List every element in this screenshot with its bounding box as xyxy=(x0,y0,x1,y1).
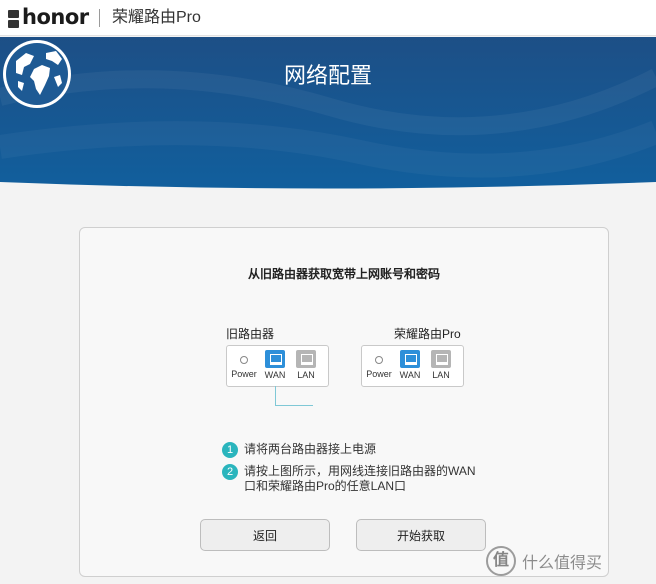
globe-icon xyxy=(3,40,71,108)
banner-background xyxy=(0,37,656,189)
step-1: 1 请将两台路由器接上电源 xyxy=(222,442,376,458)
honor-seal xyxy=(8,10,19,28)
header-divider xyxy=(99,9,100,27)
card-heading: 从旧路由器获取宽带上网账号和密码 xyxy=(247,267,440,281)
step-2: 2 请按上图所示，用网线连接旧路由器的WAN 口和荣耀路由Pro的任意LAN口 xyxy=(222,464,476,494)
step-text-line: 请按上图所示，用网线连接旧路由器的WAN xyxy=(244,464,476,478)
new-router-power-port: Power xyxy=(365,350,393,379)
new-router-label: 荣耀路由Pro xyxy=(394,327,461,341)
port-label: LAN xyxy=(432,370,450,380)
product-title: 荣耀路由Pro xyxy=(112,9,201,26)
port-label: Power xyxy=(366,369,392,379)
start-button[interactable]: 开始获取 xyxy=(356,519,486,551)
old-router-label: 旧路由器 xyxy=(226,327,275,341)
wan-port-icon xyxy=(400,350,420,368)
cable-line xyxy=(275,405,313,406)
step-badge: 2 xyxy=(222,464,238,480)
watermark: 值 什么值得买 xyxy=(486,546,602,576)
port-label: LAN xyxy=(297,370,315,380)
new-router-wan-port: WAN xyxy=(397,350,423,380)
port-label: WAN xyxy=(399,370,421,380)
new-router-panel: Power WAN LAN xyxy=(361,345,464,387)
power-indicator xyxy=(240,356,248,364)
wan-port-icon xyxy=(265,350,285,368)
back-button[interactable]: 返回 xyxy=(200,519,330,551)
config-card: 从旧路由器获取宽带上网账号和密码 旧路由器 Power WAN LAN 荣耀路由… xyxy=(79,227,609,577)
cable-line xyxy=(275,386,276,406)
old-router-panel: Power WAN LAN xyxy=(226,345,329,387)
brand-wordmark: honor xyxy=(22,5,89,29)
lan-port-icon xyxy=(296,350,316,368)
page-title: 网络配置 xyxy=(283,63,372,88)
honor-logo: honor xyxy=(8,6,89,28)
old-router-power-port: Power xyxy=(230,350,258,379)
step-text-line: 口和荣耀路由Pro的任意LAN口 xyxy=(244,479,407,493)
old-router-lan-port: LAN xyxy=(293,350,319,380)
banner: 网络配置 xyxy=(0,37,656,192)
step-text: 请将两台路由器接上电源 xyxy=(244,442,377,456)
new-router-lan-port: LAN xyxy=(428,350,454,380)
watermark-text: 什么值得买 xyxy=(522,555,603,572)
watermark-badge: 值 xyxy=(486,546,516,576)
lan-port-icon xyxy=(431,350,451,368)
port-label: Power xyxy=(231,369,257,379)
old-router-wan-port: WAN xyxy=(262,350,288,380)
port-label: WAN xyxy=(264,370,286,380)
power-indicator xyxy=(375,356,383,364)
step-badge: 1 xyxy=(222,442,238,458)
top-bar: honor 荣耀路由Pro xyxy=(0,0,656,36)
step-text: 请按上图所示，用网线连接旧路由器的WAN 口和荣耀路由Pro的任意LAN口 xyxy=(244,464,476,494)
